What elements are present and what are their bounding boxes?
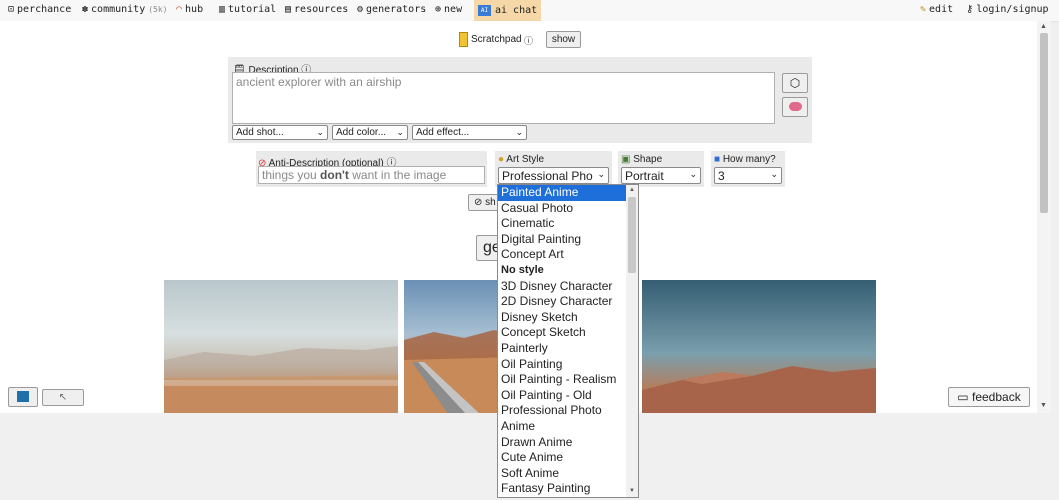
scroll-up-icon[interactable]: ▲ [1040, 23, 1047, 30]
scratchpad-label: Scratchpad [471, 34, 522, 45]
nav-perchance[interactable]: ⊡ perchance [8, 4, 71, 15]
generated-image[interactable] [642, 280, 876, 413]
scratchpad-info-icon[interactable]: ⓘ [524, 34, 533, 47]
rainbow-icon: ◠ [176, 4, 183, 15]
art-style-option[interactable]: Professional Photo [498, 403, 626, 419]
anti-description-panel: ⊘ Anti-Description (optional) ⓘ things y… [256, 151, 487, 187]
art-style-label: ● Art Style [498, 154, 545, 165]
chevron-down-icon: ⌄ [316, 127, 324, 137]
art-style-option[interactable]: Cinematic [498, 216, 626, 232]
art-style-option[interactable]: Concept Art [498, 247, 626, 263]
paw-icon: ✽ [82, 4, 89, 15]
nav-community[interactable]: ✽ community (5k) [82, 4, 167, 15]
pencil-icon: ✎ [920, 4, 927, 15]
dropdown-scrollbar-thumb[interactable] [628, 197, 636, 273]
art-style-option[interactable]: Painted Anime [498, 185, 626, 201]
desert-landscape-image [164, 346, 398, 413]
nav-resources[interactable]: ▤ resources [285, 4, 348, 15]
feedback-button[interactable]: ▭ feedback [948, 387, 1030, 407]
nav-edit[interactable]: ✎ edit [920, 4, 953, 15]
arrow-diagonal-icon: ↖ [58, 392, 68, 403]
scrollbar-thumb[interactable] [1040, 33, 1048, 213]
nav-hub[interactable]: ◠ hub [176, 4, 203, 15]
plus-circle-icon: ⊕ [435, 4, 442, 15]
chevron-down-icon: ⌄ [597, 169, 605, 179]
how-many-label: ■ How many? [714, 154, 776, 165]
hexagon-icon: ⬡ [789, 76, 801, 90]
key-icon: ⚷ [966, 4, 974, 15]
art-style-option[interactable]: Digital Painting [498, 232, 626, 248]
chevron-down-icon: ⌄ [515, 127, 523, 137]
shape-select[interactable]: Portrait ⌄ [621, 167, 701, 184]
link-icon: ⊘ [474, 197, 483, 208]
anti-description-input[interactable]: things you don't want in the image [258, 166, 485, 184]
chevron-down-icon: ⌄ [689, 169, 697, 179]
art-style-option[interactable]: Anime [498, 419, 626, 435]
book-icon: ▥ [219, 4, 226, 15]
brain-icon [788, 101, 802, 111]
gallery-button[interactable] [8, 387, 38, 407]
art-style-option[interactable]: Concept Sketch [498, 325, 626, 341]
art-style-option[interactable]: Casual Photo [498, 201, 626, 217]
art-style-option[interactable]: Painterly [498, 341, 626, 357]
scroll-down-icon[interactable]: ▼ [629, 488, 635, 494]
art-style-option[interactable]: Fantasy Painting [498, 481, 626, 497]
number-icon: ■ [714, 154, 721, 165]
expand-button[interactable]: ↖ [42, 389, 84, 406]
top-nav: ⊡ perchance ✽ community (5k) ◠ hub ▥ tutorial… [0, 0, 1059, 22]
add-shot-select[interactable]: Add shot... ⌄ [232, 125, 328, 140]
art-style-option[interactable]: 2D Disney Character [498, 294, 626, 310]
art-style-option[interactable]: Soft Anime [498, 466, 626, 482]
chat-bubble-icon: ▭ [957, 390, 969, 404]
how-many-panel: ■ How many? 3 ⌄ [711, 151, 785, 187]
art-style-panel: ● Art Style Professional Pho ⌄ [495, 151, 612, 187]
nav-new[interactable]: ⊕ new [435, 4, 462, 15]
description-brain-button[interactable] [782, 97, 808, 117]
ai-chat-icon: AI [478, 4, 491, 16]
add-effect-select[interactable]: Add effect... ⌄ [412, 125, 527, 140]
image-icon: ▣ [621, 154, 631, 165]
nav-tutorial[interactable]: ▥ tutorial [219, 4, 276, 15]
shape-panel: ▣ Shape Portrait ⌄ [618, 151, 704, 187]
art-style-option[interactable]: Oil Painting [498, 357, 626, 373]
generated-image[interactable] [164, 280, 398, 413]
shape-label: ▣ Shape [621, 154, 663, 165]
notepad-icon [459, 32, 468, 47]
nav-ai-chat[interactable]: AI ai chat [474, 0, 542, 21]
nav-generators[interactable]: ⚙ generators [357, 4, 426, 15]
art-style-option[interactable]: Drawn Anime [498, 435, 626, 451]
art-style-option[interactable]: Oil Painting - Old [498, 388, 626, 404]
gallery-icon [17, 390, 29, 402]
art-style-option[interactable]: 3D Disney Character [498, 279, 626, 295]
perchance-icon: ⊡ [8, 4, 15, 15]
art-style-option[interactable]: Disney Sketch [498, 310, 626, 326]
description-magic-button[interactable]: ⬡ [782, 73, 808, 93]
chevron-down-icon: ⌄ [396, 127, 404, 137]
books-icon: ▤ [285, 4, 292, 15]
gears-icon: ⚙ [357, 4, 364, 15]
art-style-dropdown[interactable]: Painted Anime Casual Photo Cinematic Digita… [497, 184, 639, 498]
art-style-option[interactable]: Cute Anime [498, 450, 626, 466]
palette-icon: ● [498, 154, 505, 165]
chevron-down-icon: ⌄ [770, 169, 778, 179]
art-style-option[interactable]: No style [498, 263, 626, 279]
scratchpad-show-button[interactable]: show [546, 31, 581, 48]
nav-login[interactable]: ⚷ login/signup [966, 4, 1049, 15]
description-input[interactable]: ancient explorer with an airship [232, 72, 775, 124]
scroll-down-icon[interactable]: ▼ [1040, 402, 1047, 409]
mountain-desert-image [642, 366, 876, 413]
dropdown-scrollbar[interactable]: ▲ ▼ [626, 185, 638, 497]
add-color-select[interactable]: Add color... ⌄ [332, 125, 408, 140]
how-many-select[interactable]: 3 ⌄ [714, 167, 782, 184]
art-style-select[interactable]: Professional Pho ⌄ [498, 167, 609, 184]
art-style-option[interactable]: Oil Painting - Realism [498, 372, 626, 388]
page-scrollbar[interactable]: ▲ ▼ [1037, 21, 1051, 413]
description-panel: 🗒︎ Description ⓘ ancient explorer with a… [228, 57, 812, 143]
scroll-up-icon[interactable]: ▲ [629, 187, 635, 193]
